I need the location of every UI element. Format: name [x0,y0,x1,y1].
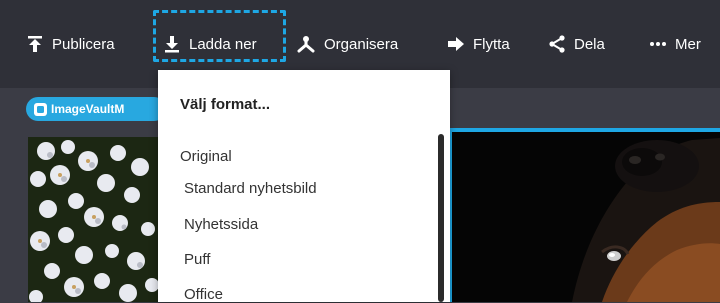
move-label: Flytta [473,35,510,53]
share-icon [548,35,566,53]
download-button[interactable]: Ladda ner [163,32,257,56]
format-option-office[interactable]: Office [184,286,223,303]
menu-header: Välj format... [180,96,271,113]
download-format-menu: Välj format... Original Standard nyhetsb… [158,70,450,303]
flowers-thumbnail[interactable] [28,137,158,302]
organize-icon [296,35,316,53]
more-label: Mer [675,35,701,53]
menu-scrollbar[interactable] [438,134,444,302]
dog-image [452,132,720,302]
publish-icon [26,35,44,53]
format-option-standard-news[interactable]: Standard nyhetsbild [184,180,317,197]
move-arrow-icon [447,35,465,53]
share-label: Dela [574,35,605,53]
imagevault-icon [34,102,47,116]
organize-button[interactable]: Organisera [296,32,398,56]
download-label: Ladda ner [189,35,257,53]
publish-label: Publicera [52,35,115,53]
organize-label: Organisera [324,35,399,53]
publish-button[interactable]: Publicera [26,32,115,56]
move-button[interactable]: Flytta [447,32,510,56]
format-option-news-page[interactable]: Nyhetssida [184,216,258,233]
format-option-puff[interactable]: Puff [184,251,210,268]
format-option-original[interactable]: Original [180,148,232,165]
download-icon [163,35,181,53]
dog-thumbnail-selected[interactable] [448,128,720,302]
flowers-image [28,137,158,302]
chip-label: ImageVaultM [51,102,125,116]
share-button[interactable]: Dela [548,32,605,56]
more-button[interactable]: Mer [649,32,701,56]
more-dots-icon [649,35,667,53]
imagevault-tag-chip[interactable]: ImageVaultM [26,97,166,121]
